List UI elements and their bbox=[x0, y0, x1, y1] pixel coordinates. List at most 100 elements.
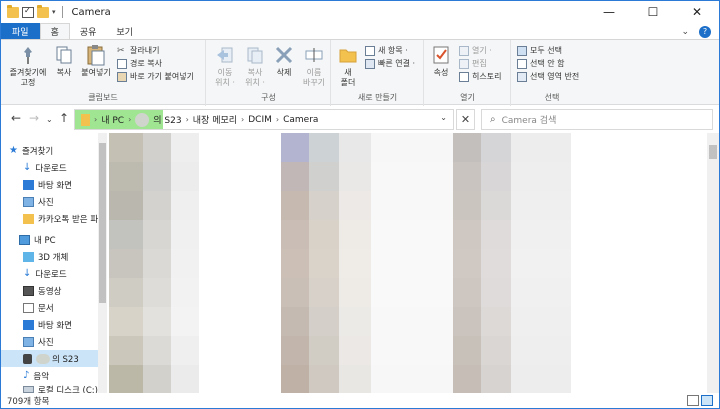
nav-item-documents[interactable]: 문서 bbox=[1, 299, 98, 316]
pin-to-quick-access-button[interactable]: 즐겨찾기에 고정 bbox=[5, 44, 51, 88]
pin-icon bbox=[17, 44, 39, 66]
refresh-stop-icon[interactable]: ✕ bbox=[456, 109, 475, 130]
crumb-device[interactable]: 의 S23 bbox=[153, 113, 181, 126]
tab-view[interactable]: 보기 bbox=[106, 23, 143, 40]
nav-item-videos[interactable]: 동영상 bbox=[1, 282, 98, 299]
blurred-thumbnail-cell bbox=[171, 307, 199, 336]
properties-button[interactable]: 속성 bbox=[428, 44, 454, 78]
search-box[interactable]: ⌕ Camera 검색 bbox=[481, 109, 713, 130]
tab-share[interactable]: 공유 bbox=[70, 23, 107, 40]
select-group: 모두 선택 선택 안 함 선택 영역 반전 선택 bbox=[512, 40, 592, 106]
move-to-button[interactable]: 이동 위치 · bbox=[210, 44, 240, 88]
nav-item-desktop-pc[interactable]: 바탕 화면 bbox=[1, 316, 98, 333]
ribbon: 즐겨찾기에 고정 복사 붙여넣기 ✂ 잘라내기 경로 복사 바로 가기 붙여넣기… bbox=[1, 39, 719, 106]
window-title: Camera bbox=[71, 6, 111, 18]
blurred-thumbnail-cell bbox=[453, 249, 481, 278]
open-label: 열기 · bbox=[472, 46, 492, 55]
cut-button[interactable]: ✂ 잘라내기 bbox=[117, 45, 159, 56]
nav-pane-scroll-thumb[interactable] bbox=[99, 143, 106, 303]
clipboard-group-label: 클립보드 bbox=[88, 93, 118, 102]
invert-selection-icon bbox=[517, 71, 527, 82]
open-button[interactable]: 열기 · bbox=[459, 45, 492, 56]
crumb-internal-storage[interactable]: 내장 메모리 bbox=[193, 113, 237, 126]
blurred-thumbnail-cell bbox=[109, 191, 143, 220]
blurred-thumbnail-cell bbox=[481, 336, 511, 365]
nav-pane-scrollbar[interactable] bbox=[98, 133, 107, 393]
content-scrollbar[interactable] bbox=[707, 133, 719, 393]
nav-item-this-pc[interactable]: 내 PC bbox=[1, 231, 98, 248]
window-controls: — ☐ ✕ bbox=[587, 1, 719, 23]
blurred-thumbnail-cell bbox=[371, 220, 453, 249]
crumb-this-pc[interactable]: 내 PC bbox=[101, 113, 124, 126]
nav-item-kakaotalk-folder[interactable]: 카카오톡 받은 파 bbox=[1, 210, 98, 227]
nav-label: 의 S23 bbox=[52, 354, 79, 365]
blurred-thumbnail-cell bbox=[371, 307, 453, 336]
copy-to-button[interactable]: 복사 위치 · bbox=[240, 44, 270, 88]
paste-button[interactable]: 붙여넣기 bbox=[79, 44, 113, 78]
blurred-thumbnail-cell bbox=[281, 191, 309, 220]
paste-shortcut-button[interactable]: 바로 가기 붙여넣기 bbox=[117, 71, 194, 82]
nav-item-device[interactable]: 의 S23 bbox=[1, 350, 98, 367]
crumb-dcim[interactable]: DCIM bbox=[248, 115, 272, 125]
select-all-button[interactable]: 모두 선택 bbox=[517, 45, 562, 56]
content-scroll-thumb[interactable] bbox=[709, 145, 717, 159]
crumb-camera[interactable]: Camera bbox=[283, 115, 318, 125]
blurred-thumbnail-cell bbox=[199, 249, 281, 278]
new-item-button[interactable]: 새 항목 · bbox=[365, 45, 408, 56]
blurred-thumbnail-cell bbox=[199, 278, 281, 307]
select-none-button[interactable]: 선택 안 함 bbox=[517, 58, 565, 69]
rename-button[interactable]: 이름 바꾸기 bbox=[299, 44, 329, 88]
minimize-icon[interactable]: — bbox=[587, 1, 631, 23]
file-thumbnails-area[interactable] bbox=[109, 133, 707, 393]
large-icons-view-icon[interactable] bbox=[701, 395, 713, 406]
details-view-icon[interactable] bbox=[687, 395, 699, 406]
nav-item-downloads-pc[interactable]: ↓ 다운로드 bbox=[1, 265, 98, 282]
nav-item-quick-access[interactable]: ★ 즐겨찾기 bbox=[1, 142, 98, 159]
music-icon: ♪ bbox=[23, 370, 30, 381]
up-arrow-icon[interactable]: ↑ bbox=[59, 111, 69, 125]
select-all-label: 모두 선택 bbox=[530, 46, 562, 55]
new-folder-icon bbox=[337, 44, 359, 66]
help-icon[interactable]: ? bbox=[699, 25, 711, 38]
recent-locations-chevron-icon[interactable]: ⌄ bbox=[46, 115, 53, 124]
documents-icon bbox=[23, 302, 34, 313]
tab-home[interactable]: 홈 bbox=[39, 23, 70, 40]
blurred-thumbnail-cell bbox=[481, 133, 511, 162]
properties-icon bbox=[430, 44, 452, 66]
customize-toolbar-chevron-icon[interactable]: ▾ bbox=[52, 8, 56, 16]
close-icon[interactable]: ✕ bbox=[675, 1, 719, 23]
blurred-thumbnail-cell bbox=[109, 278, 143, 307]
new-folder-button[interactable]: 새 폴더 bbox=[335, 44, 361, 88]
nav-item-pictures-pc[interactable]: 사진 bbox=[1, 333, 98, 350]
collapse-ribbon-chevron-icon[interactable]: ⌄ bbox=[681, 27, 689, 37]
blurred-thumbnail-cell bbox=[281, 220, 309, 249]
forward-arrow-icon[interactable]: → bbox=[29, 111, 39, 125]
new-folder-icon[interactable] bbox=[37, 4, 49, 18]
blurred-thumbnail-cell bbox=[109, 249, 143, 278]
invert-selection-button[interactable]: 선택 영역 반전 bbox=[517, 71, 579, 82]
history-button[interactable]: 히스토리 bbox=[459, 71, 501, 82]
edit-button[interactable]: 편집 bbox=[459, 58, 487, 69]
nav-item-desktop[interactable]: 바탕 화면 bbox=[1, 176, 98, 193]
nav-item-3d-objects[interactable]: 3D 개체 bbox=[1, 248, 98, 265]
blurred-thumbnail-cell bbox=[481, 191, 511, 220]
tab-file[interactable]: 파일 bbox=[1, 23, 40, 40]
copy-button[interactable]: 복사 bbox=[53, 44, 75, 78]
maximize-icon[interactable]: ☐ bbox=[631, 1, 675, 23]
address-bar[interactable]: › 내 PC › 의 S23 › 내장 메모리 › DCIM › Camera … bbox=[74, 109, 454, 130]
address-history-chevron-icon[interactable]: ⌄ bbox=[440, 113, 447, 122]
nav-item-downloads[interactable]: ↓ 다운로드 bbox=[1, 159, 98, 176]
select-none-label: 선택 안 함 bbox=[530, 59, 565, 68]
nav-item-pictures[interactable]: 사진 bbox=[1, 193, 98, 210]
delete-button[interactable]: 삭제 bbox=[272, 44, 296, 78]
blurred-thumbnail-cell bbox=[143, 336, 171, 365]
copy-path-label: 경로 복사 bbox=[130, 59, 162, 68]
blurred-thumbnail-cell bbox=[143, 249, 171, 278]
blurred-thumbnail-cell bbox=[511, 307, 571, 336]
properties-check-icon[interactable] bbox=[22, 6, 34, 18]
easy-access-button[interactable]: 빠른 연결 · bbox=[365, 58, 415, 69]
copy-path-button[interactable]: 경로 복사 bbox=[117, 58, 162, 69]
blurred-thumbnail-cell bbox=[171, 249, 199, 278]
blurred-thumbnail-cell bbox=[171, 336, 199, 365]
back-arrow-icon[interactable]: ← bbox=[11, 111, 21, 125]
